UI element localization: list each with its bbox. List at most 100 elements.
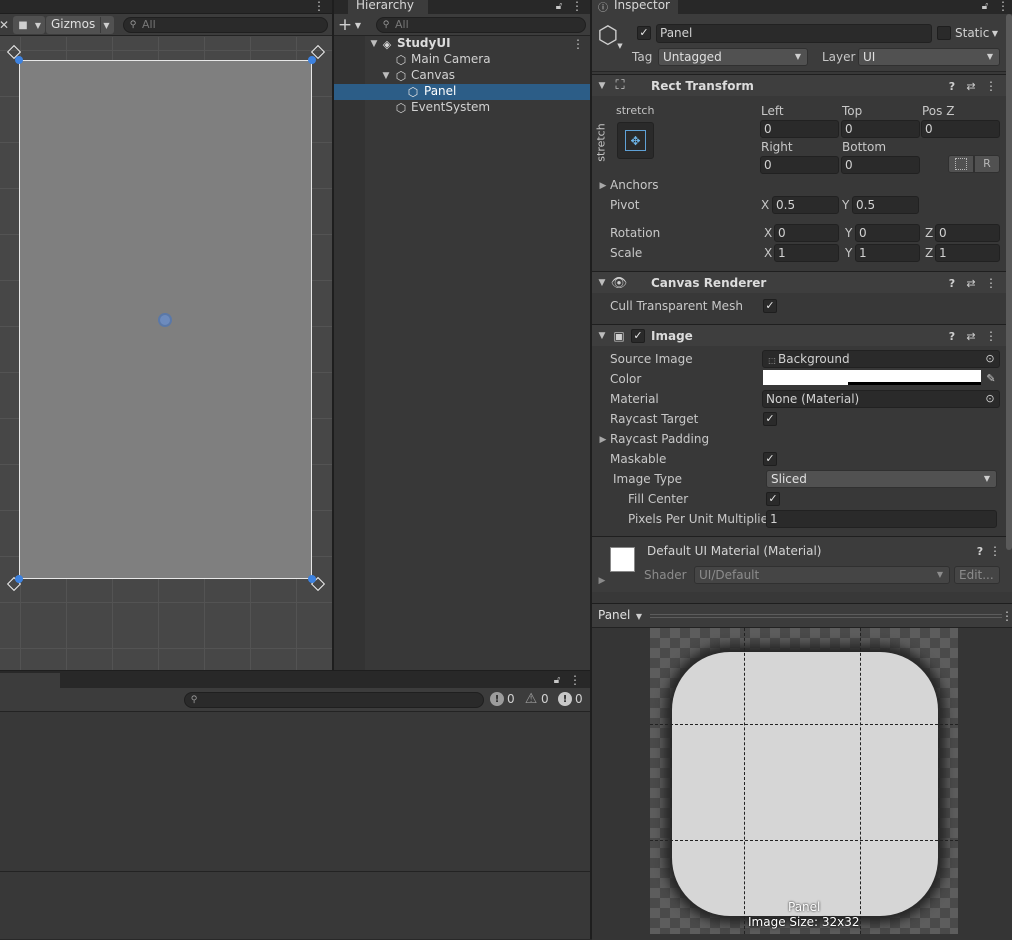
lock-icon[interactable]: 🔓︎ — [554, 0, 564, 12]
object-name-field[interactable]: Panel — [656, 24, 932, 43]
expand-arrow-icon[interactable]: ▶ — [597, 574, 607, 588]
more-options-icon[interactable]: ⋮ — [989, 544, 1001, 558]
expand-arrow-icon[interactable]: ▶ — [598, 179, 608, 193]
chevron-down-icon[interactable]: ▼ — [990, 26, 1000, 40]
more-options-icon[interactable]: ⋮ — [985, 329, 997, 343]
eyedropper-icon[interactable]: ✎ — [983, 370, 999, 386]
top-field[interactable]: 0 — [841, 120, 920, 138]
preset-icon[interactable]: ⇄ — [964, 79, 978, 93]
console-detail-area[interactable] — [0, 873, 590, 939]
inspector-tab[interactable]: ⓘ Inspector — [592, 0, 678, 14]
console-log-area[interactable] — [0, 712, 590, 872]
scale-y-field[interactable]: 1 — [855, 244, 920, 262]
lock-icon[interactable]: 🔓︎ — [552, 673, 562, 687]
help-icon[interactable]: ? — [946, 276, 958, 290]
scale-y-label: Y — [845, 246, 853, 260]
hierarchy-item-panel[interactable]: ⬡ Panel — [334, 84, 590, 100]
more-options-icon[interactable]: ⋮ — [1001, 609, 1012, 623]
material-field[interactable]: None (Material) ⊙ — [762, 390, 1000, 408]
console-search-input[interactable]: ⚲ — [184, 692, 484, 708]
preset-icon[interactable]: ⇄ — [964, 329, 978, 343]
bottom-field[interactable]: 0 — [841, 156, 920, 174]
static-checkbox[interactable] — [937, 26, 951, 40]
object-picker-icon[interactable]: ⊙ — [984, 392, 996, 406]
lock-icon[interactable]: 🔓︎ — [980, 0, 990, 12]
console-tab[interactable] — [0, 673, 60, 689]
preview-drag-handle[interactable] — [650, 614, 1002, 618]
ppu-multiplier-field[interactable]: 1 — [766, 510, 997, 528]
image-type-dropdown[interactable]: Sliced ▼ — [766, 470, 997, 488]
more-options-icon[interactable]: ⋮ — [985, 79, 997, 93]
scene-search-input[interactable]: ⚲ All — [123, 17, 328, 33]
more-options-icon[interactable]: ⋮ — [572, 36, 584, 52]
anchors-label[interactable]: Anchors — [610, 178, 659, 192]
chevron-down-icon: ▼ — [986, 52, 994, 61]
slice-guide — [744, 628, 745, 934]
preview-dropdown[interactable]: Panel ▼ — [594, 607, 646, 625]
help-icon[interactable]: ? — [946, 329, 958, 343]
close-icon[interactable]: ✕ — [0, 17, 9, 33]
pivot-icon[interactable] — [158, 313, 172, 327]
left-field[interactable]: 0 — [760, 120, 839, 138]
blueprint-icon — [955, 158, 967, 170]
blueprint-mode-button[interactable] — [948, 155, 974, 173]
hierarchy-search-input[interactable]: ⚲ All — [376, 17, 586, 33]
cull-transparent-mesh-checkbox[interactable]: ✓ — [763, 299, 777, 313]
object-picker-icon[interactable]: ⊙ — [984, 352, 996, 366]
hierarchy-item-eventsystem[interactable]: ⬡ EventSystem — [365, 100, 590, 116]
corner-handle-icon[interactable] — [15, 575, 23, 583]
preview-panel: Panel ▼ ⋮ Panel Image Size: 32x32 — [592, 603, 1012, 940]
tag-dropdown[interactable]: Untagged ▼ — [658, 48, 808, 66]
hierarchy-item-studyui[interactable]: ▼ ◈ StudyUI ⋮ — [365, 36, 590, 52]
camera-dropdown[interactable]: ■ ▼ — [13, 16, 45, 34]
gizmos-dropdown[interactable]: Gizmos ▼ — [46, 16, 114, 34]
corner-handle-icon[interactable] — [308, 56, 316, 64]
rotation-x-field[interactable]: 0 — [774, 224, 839, 242]
corner-handle-icon[interactable] — [308, 575, 316, 583]
anchor-preset-button[interactable]: ✥ — [617, 122, 654, 159]
help-icon[interactable]: ? — [946, 79, 958, 93]
more-options-icon[interactable]: ⋮ — [569, 673, 581, 687]
more-options-icon[interactable]: ⋮ — [571, 0, 583, 13]
expand-arrow-icon[interactable]: ▼ — [381, 68, 391, 84]
create-dropdown[interactable]: + ▼ — [338, 15, 368, 35]
rotation-z-field[interactable]: 0 — [935, 224, 1000, 242]
hierarchy-tab[interactable]: Hierarchy — [348, 0, 428, 14]
pivot-y-field[interactable]: 0.5 — [852, 196, 919, 214]
corner-handle-icon[interactable] — [15, 56, 23, 64]
canvas-renderer-header[interactable]: ▼ 👁︎ Canvas Renderer ? ⇄ ⋮ — [592, 271, 1012, 293]
warning-toggle[interactable]: ⚠ 0 — [522, 691, 554, 709]
log-toggle[interactable]: ! 0 — [488, 691, 520, 709]
active-checkbox[interactable]: ✓ — [637, 26, 651, 40]
scale-z-field[interactable]: 1 — [935, 244, 1000, 262]
right-field[interactable]: 0 — [760, 156, 839, 174]
inspector-scrollbar[interactable] — [1006, 14, 1012, 550]
raycast-padding-label[interactable]: Raycast Padding — [610, 432, 709, 446]
rotation-y-field[interactable]: 0 — [855, 224, 920, 242]
error-toggle[interactable]: ! 0 — [556, 691, 588, 709]
color-swatch[interactable] — [763, 370, 981, 385]
expand-arrow-icon[interactable]: ▶ — [598, 433, 608, 447]
rect-transform-header[interactable]: ▼ ⛶ Rect Transform ? ⇄ ⋮ — [592, 74, 1012, 96]
fill-center-checkbox[interactable]: ✓ — [766, 492, 780, 506]
image-header[interactable]: ▼ ▣ ✓ Image ? ⇄ ⋮ — [592, 324, 1012, 346]
pivot-x-field[interactable]: 0.5 — [772, 196, 839, 214]
help-icon[interactable]: ? — [974, 544, 986, 558]
hierarchy-item-canvas[interactable]: ▼ ⬡ Canvas — [365, 68, 590, 84]
more-options-icon[interactable]: ⋮ — [985, 276, 997, 290]
posz-field[interactable]: 0 — [921, 120, 1000, 138]
source-image-field[interactable]: ⬚ Background ⊙ — [762, 350, 1000, 368]
raycast-target-checkbox[interactable]: ✓ — [763, 412, 777, 426]
slice-guide — [860, 628, 861, 934]
maskable-checkbox[interactable]: ✓ — [763, 452, 777, 466]
hierarchy-item-main-camera[interactable]: ⬡ Main Camera — [365, 52, 590, 68]
raw-edit-button[interactable]: R — [974, 155, 1000, 173]
more-options-icon[interactable]: ⋮ — [997, 0, 1009, 13]
scale-label: Scale — [610, 246, 643, 260]
more-options-icon[interactable]: ⋮ — [313, 0, 325, 13]
layer-dropdown[interactable]: UI ▼ — [858, 48, 1000, 66]
scale-x-field[interactable]: 1 — [774, 244, 839, 262]
image-enabled-checkbox[interactable]: ✓ — [631, 329, 645, 343]
preset-icon[interactable]: ⇄ — [964, 276, 978, 290]
expand-arrow-icon[interactable]: ▼ — [369, 36, 379, 52]
